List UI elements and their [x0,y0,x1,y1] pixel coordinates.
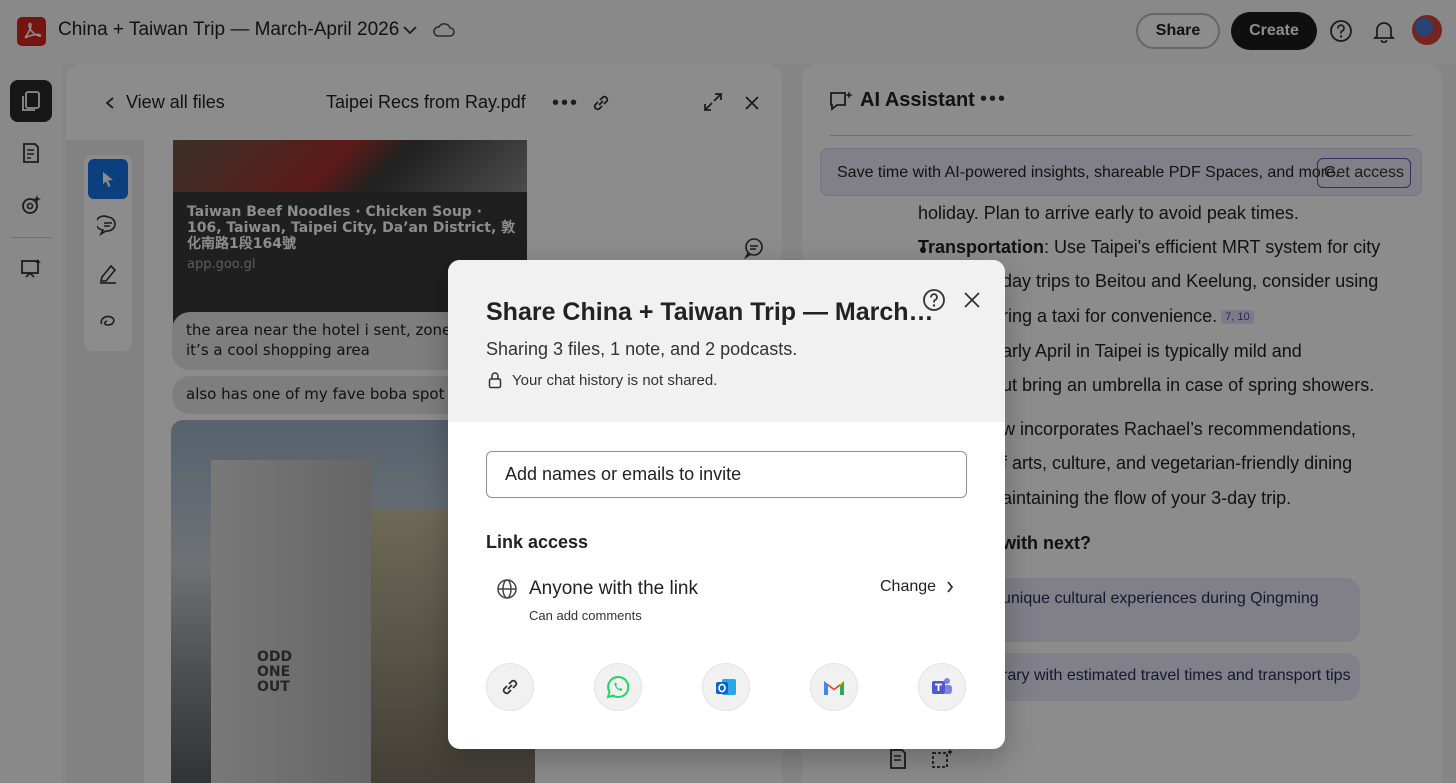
globe-icon [497,579,517,599]
link-access-permission: Can add comments [529,608,642,623]
close-icon[interactable] [962,290,982,310]
whatsapp-share-button[interactable] [594,663,642,711]
gmail-share-button[interactable] [810,663,858,711]
share-dialog-header: Share China + Taiwan Trip — March… Shari… [448,260,1005,422]
link-access-level: Anyone with the link [529,578,698,599]
privacy-note: Your chat history is not shared. [512,372,718,389]
help-icon[interactable] [922,288,946,312]
lock-icon [488,372,502,389]
teams-icon [932,678,952,694]
change-access-button[interactable]: Change [880,578,954,596]
whatsapp-icon [606,675,630,699]
chevron-right-icon [947,581,954,593]
link-access-heading: Link access [486,532,589,552]
gmail-icon [824,681,844,695]
link-icon [502,679,518,695]
invite-input[interactable] [486,451,967,498]
share-summary: Sharing 3 files, 1 note, and 2 podcasts. [486,339,798,359]
outlook-share-button[interactable] [702,663,750,711]
copy-link-button[interactable] [486,663,534,711]
change-access-label: Change [880,578,937,595]
outlook-icon [716,679,736,695]
teams-share-button[interactable] [918,663,966,711]
share-dialog-title: Share China + Taiwan Trip — March… [486,298,934,326]
share-dialog: Share China + Taiwan Trip — March… Shari… [448,260,1005,749]
